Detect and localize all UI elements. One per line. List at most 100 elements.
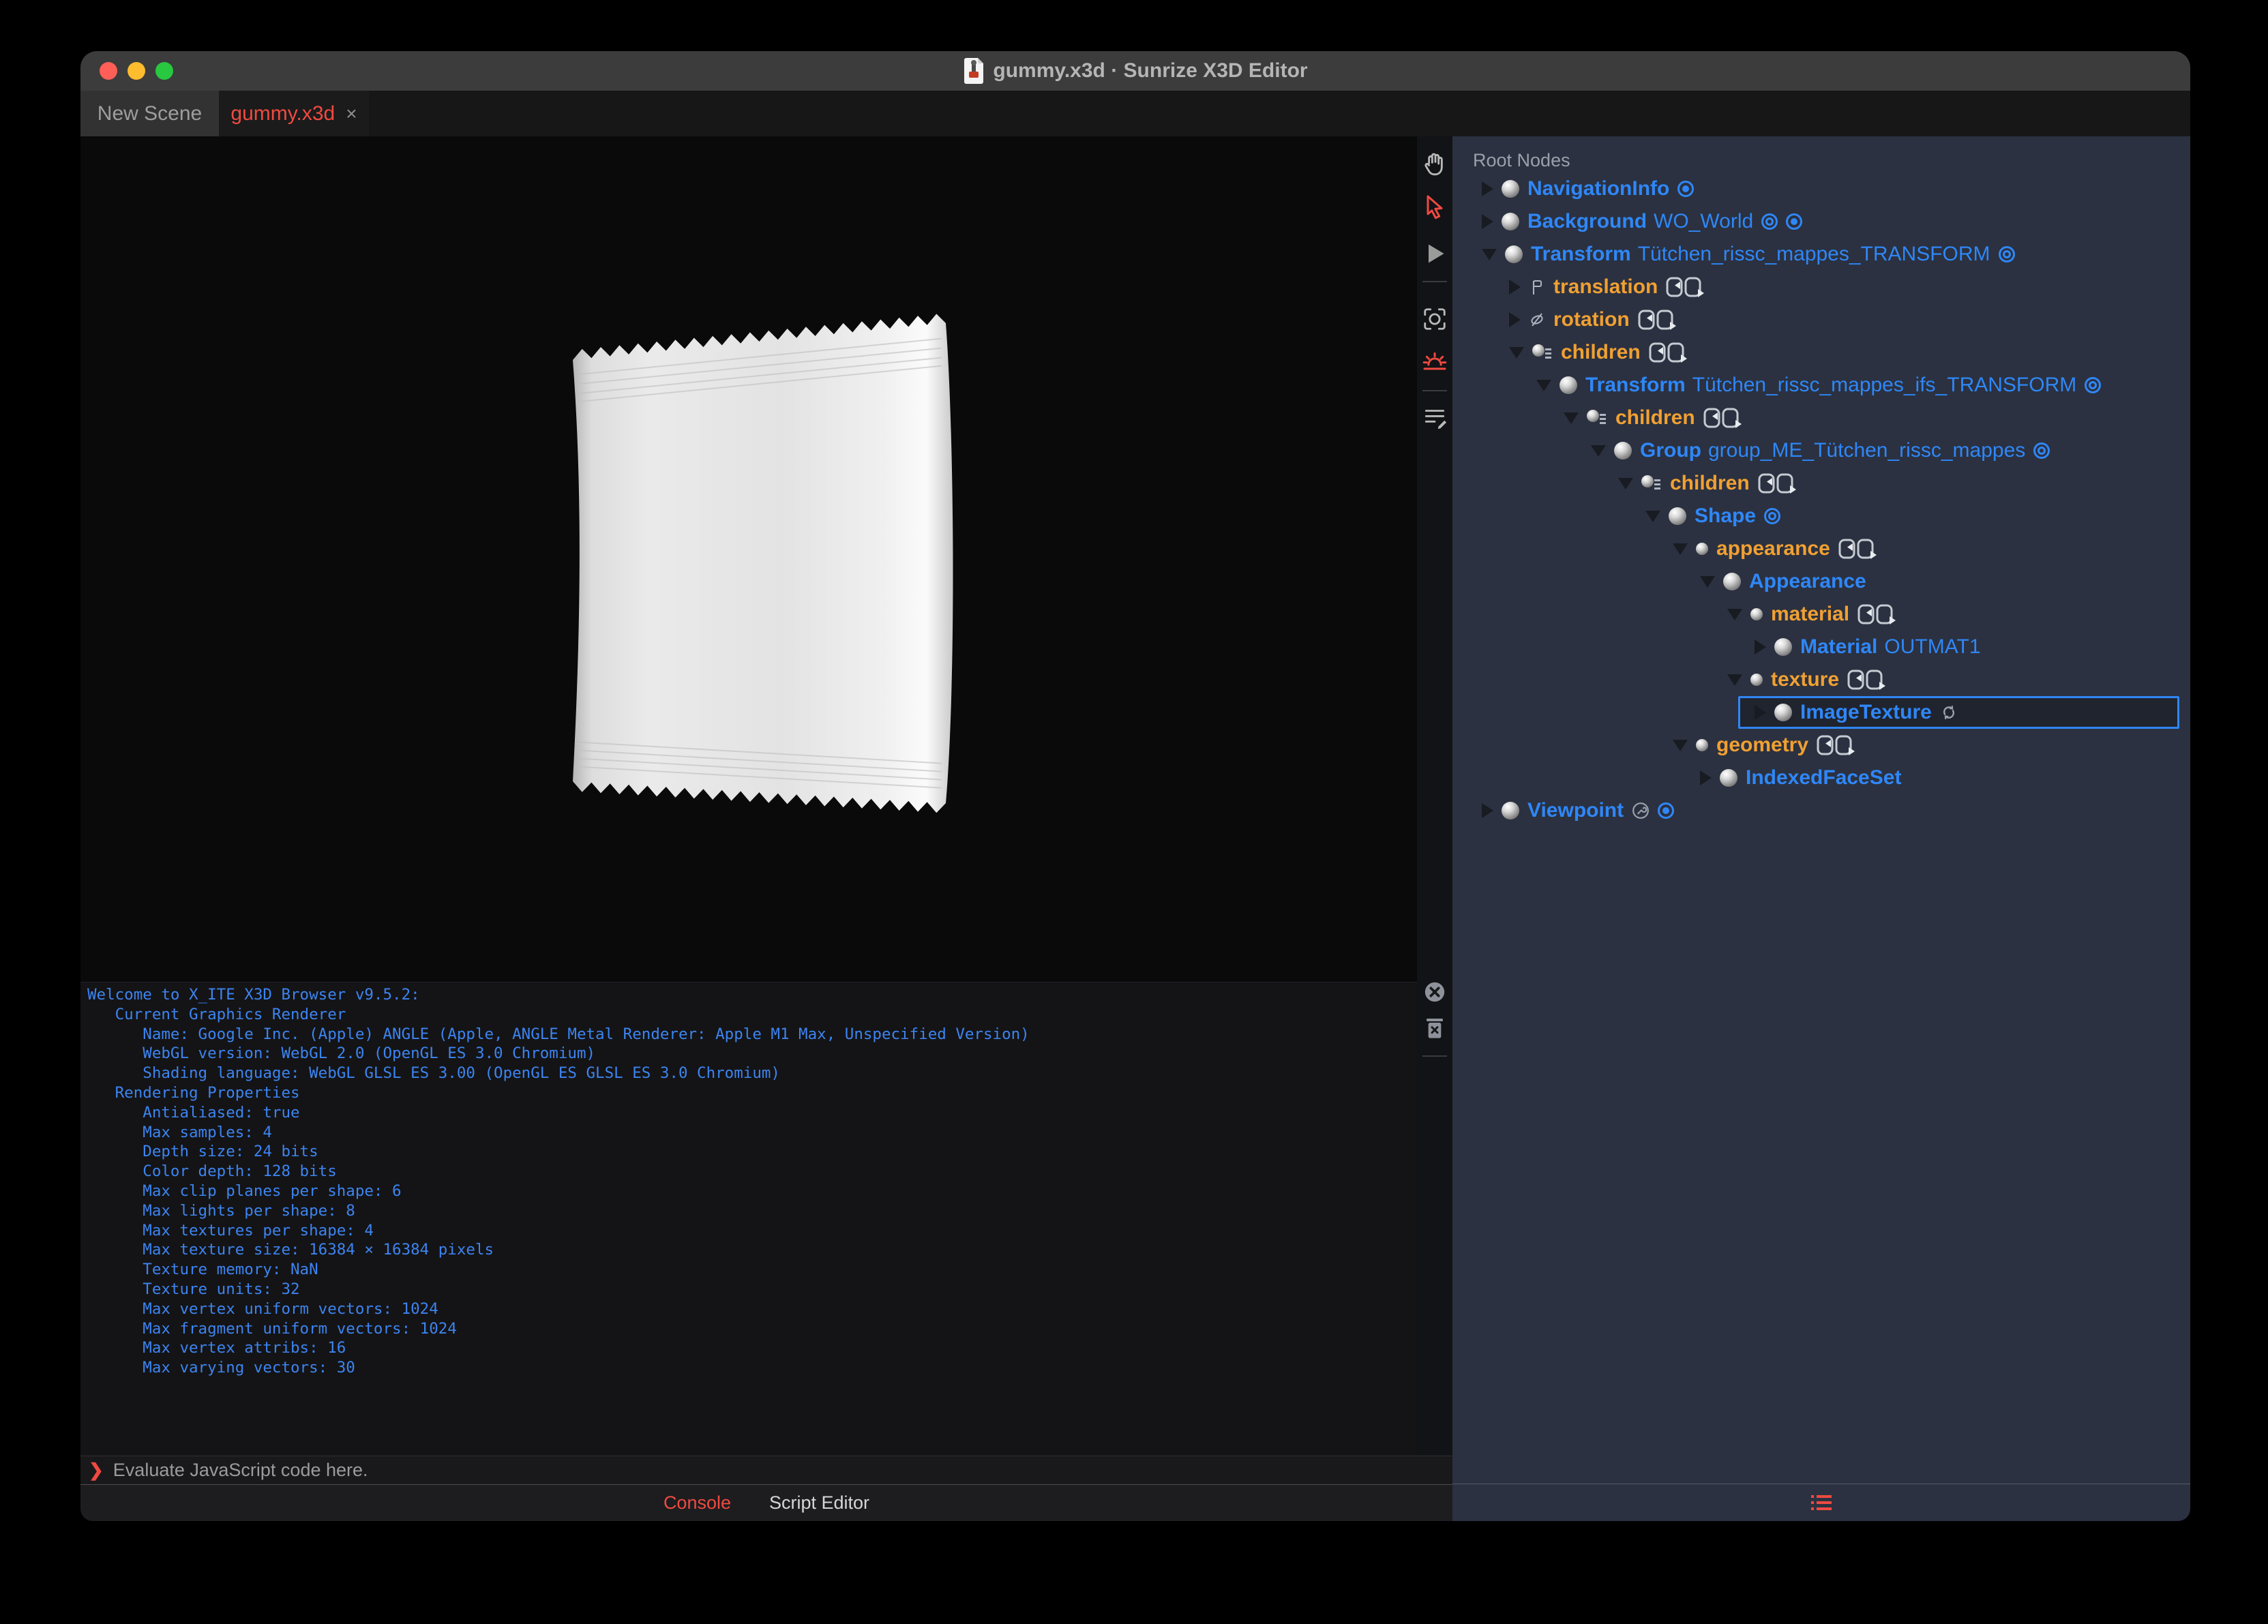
tab-script-editor[interactable]: Script Editor bbox=[769, 1492, 869, 1514]
tree-row-transform-ifs[interactable]: Transform Tütchen_rissc_mappes_ifs_TRANS… bbox=[1536, 369, 2102, 402]
package-render bbox=[573, 314, 953, 813]
console-input[interactable]: Evaluate JavaScript code here. bbox=[113, 1460, 368, 1481]
prompt-chevron-icon: ❯ bbox=[89, 1460, 104, 1480]
bind-node-icon[interactable] bbox=[1658, 802, 1675, 819]
expander-icon[interactable] bbox=[1591, 445, 1606, 457]
tab-bar: New Scene gummy.x3d × bbox=[80, 91, 2190, 136]
visibility-icon[interactable] bbox=[1761, 213, 1778, 230]
play-icon[interactable] bbox=[1422, 241, 1447, 266]
visibility-icon[interactable] bbox=[2085, 377, 2102, 393]
tab-new-scene[interactable]: New Scene bbox=[80, 91, 219, 136]
node-def-name: Tütchen_rissc_mappes_TRANSFORM bbox=[1637, 243, 1990, 265]
scene-notes-icon[interactable] bbox=[1422, 404, 1448, 430]
route-connectors-icon[interactable] bbox=[1638, 308, 1677, 331]
expander-icon[interactable] bbox=[1645, 510, 1660, 522]
delete-trash-icon[interactable] bbox=[1424, 1017, 1445, 1039]
sunrise-light-icon[interactable] bbox=[1421, 348, 1448, 375]
route-connectors-icon[interactable] bbox=[1703, 406, 1743, 430]
zoom-window-button[interactable] bbox=[155, 62, 173, 80]
field-name: geometry bbox=[1716, 734, 1809, 756]
console-output[interactable]: Welcome to X_ITE X3D Browser v9.5.2: Cur… bbox=[80, 982, 1417, 1456]
node-name: Appearance bbox=[1749, 570, 1866, 592]
expander-icon[interactable] bbox=[1755, 705, 1766, 720]
node-sphere-icon bbox=[1560, 376, 1577, 394]
select-arrow-icon[interactable] bbox=[1421, 193, 1448, 220]
route-connectors-icon[interactable] bbox=[1838, 537, 1878, 560]
node-def-name: WO_World bbox=[1654, 210, 1754, 232]
tree-row-viewpoint[interactable]: Viewpoint bbox=[1482, 794, 1675, 827]
bind-node-icon[interactable] bbox=[1677, 181, 1695, 197]
tree-row-material-field[interactable]: material bbox=[1727, 598, 1897, 631]
expander-icon[interactable] bbox=[1536, 379, 1551, 391]
tree-row-appearance-field[interactable]: appearance bbox=[1673, 532, 1878, 565]
edit-viewpoint-icon[interactable] bbox=[1632, 802, 1650, 819]
expander-icon[interactable] bbox=[1727, 674, 1742, 686]
visibility-icon[interactable] bbox=[2033, 442, 2050, 459]
field-name: material bbox=[1771, 603, 1850, 625]
outline-list-icon[interactable] bbox=[1811, 1494, 1832, 1512]
tree-row-appearance-node[interactable]: Appearance bbox=[1700, 565, 1866, 598]
expander-icon[interactable] bbox=[1755, 640, 1766, 655]
console-prompt[interactable]: ❯ Evaluate JavaScript code here. bbox=[80, 1456, 1452, 1484]
close-window-button[interactable] bbox=[100, 62, 117, 80]
route-connectors-icon[interactable] bbox=[1666, 275, 1705, 299]
expander-icon[interactable] bbox=[1509, 312, 1521, 327]
tree-row-children[interactable]: children bbox=[1509, 336, 1688, 369]
tab-console[interactable]: Console bbox=[663, 1492, 731, 1514]
tree-row-children[interactable]: children bbox=[1618, 467, 1797, 500]
node-name: NavigationInfo bbox=[1527, 177, 1670, 200]
tree-row-background[interactable]: Background WO_World bbox=[1482, 205, 1803, 238]
expander-icon[interactable] bbox=[1509, 280, 1521, 295]
node-sphere-icon bbox=[1720, 769, 1737, 787]
document-icon bbox=[963, 57, 985, 85]
minimize-window-button[interactable] bbox=[128, 62, 145, 80]
tree-row-rotation[interactable]: rotation bbox=[1509, 303, 1677, 336]
viewport-3d[interactable] bbox=[80, 136, 1417, 982]
node-sphere-icon bbox=[1502, 802, 1519, 819]
bind-node-icon[interactable] bbox=[1786, 213, 1803, 230]
node-sphere-icon bbox=[1502, 180, 1519, 198]
reload-texture-icon[interactable] bbox=[1940, 704, 1958, 721]
expander-icon[interactable] bbox=[1482, 248, 1497, 260]
tree-row-children[interactable]: children bbox=[1564, 402, 1743, 434]
expander-icon[interactable] bbox=[1509, 346, 1524, 359]
tree-row-imagetexture-selected[interactable]: ImageTexture bbox=[1738, 696, 2179, 729]
field-sphere-icon bbox=[1696, 543, 1708, 555]
expander-icon[interactable] bbox=[1618, 477, 1633, 490]
tree-row-translation[interactable]: translation bbox=[1509, 271, 1705, 303]
tree-row-texture-field[interactable]: texture bbox=[1727, 663, 1887, 696]
children-field-icon bbox=[1587, 408, 1607, 427]
tab-close-icon[interactable]: × bbox=[346, 103, 357, 125]
tree-row-shape[interactable]: Shape bbox=[1645, 500, 1781, 532]
clear-console-icon[interactable] bbox=[1423, 980, 1446, 1004]
expander-icon[interactable] bbox=[1700, 575, 1715, 588]
screenshot-icon[interactable] bbox=[1422, 306, 1448, 332]
expander-icon[interactable] bbox=[1482, 214, 1493, 229]
expander-icon[interactable] bbox=[1482, 181, 1493, 196]
tree-row-group[interactable]: Group group_ME_Tütchen_rissc_mappes bbox=[1591, 434, 2050, 467]
tab-gummy-x3d[interactable]: gummy.x3d × bbox=[219, 91, 369, 136]
node-name: Material bbox=[1800, 635, 1878, 658]
route-connectors-icon[interactable] bbox=[1758, 472, 1797, 495]
expander-icon[interactable] bbox=[1482, 803, 1493, 818]
route-connectors-icon[interactable] bbox=[1817, 734, 1856, 757]
tree-row-navigationinfo[interactable]: NavigationInfo bbox=[1482, 172, 1695, 205]
tree-row-material-node[interactable]: Material OUTMAT1 bbox=[1755, 631, 1981, 663]
route-connectors-icon[interactable] bbox=[1649, 341, 1688, 364]
tree-row-geometry-field[interactable]: geometry bbox=[1673, 729, 1856, 762]
window-title: gummy.x3d · Sunrize X3D Editor bbox=[993, 59, 1308, 82]
expander-icon[interactable] bbox=[1673, 543, 1688, 555]
expander-icon[interactable] bbox=[1564, 412, 1579, 424]
route-connectors-icon[interactable] bbox=[1857, 603, 1897, 626]
visibility-icon[interactable] bbox=[1764, 508, 1781, 524]
expander-icon[interactable] bbox=[1727, 608, 1742, 620]
visibility-icon[interactable] bbox=[1998, 246, 2015, 262]
node-sphere-icon bbox=[1774, 704, 1792, 721]
pan-hand-icon[interactable] bbox=[1421, 150, 1448, 177]
route-connectors-icon[interactable] bbox=[1847, 668, 1887, 691]
tree-row-indexedfaceset[interactable]: IndexedFaceSet bbox=[1700, 762, 1901, 794]
expander-icon[interactable] bbox=[1673, 739, 1688, 751]
expander-icon[interactable] bbox=[1700, 770, 1712, 785]
tree-row-transform[interactable]: Transform Tütchen_rissc_mappes_TRANSFORM bbox=[1482, 238, 2015, 271]
root-nodes-label: Root Nodes bbox=[1473, 150, 1570, 170]
